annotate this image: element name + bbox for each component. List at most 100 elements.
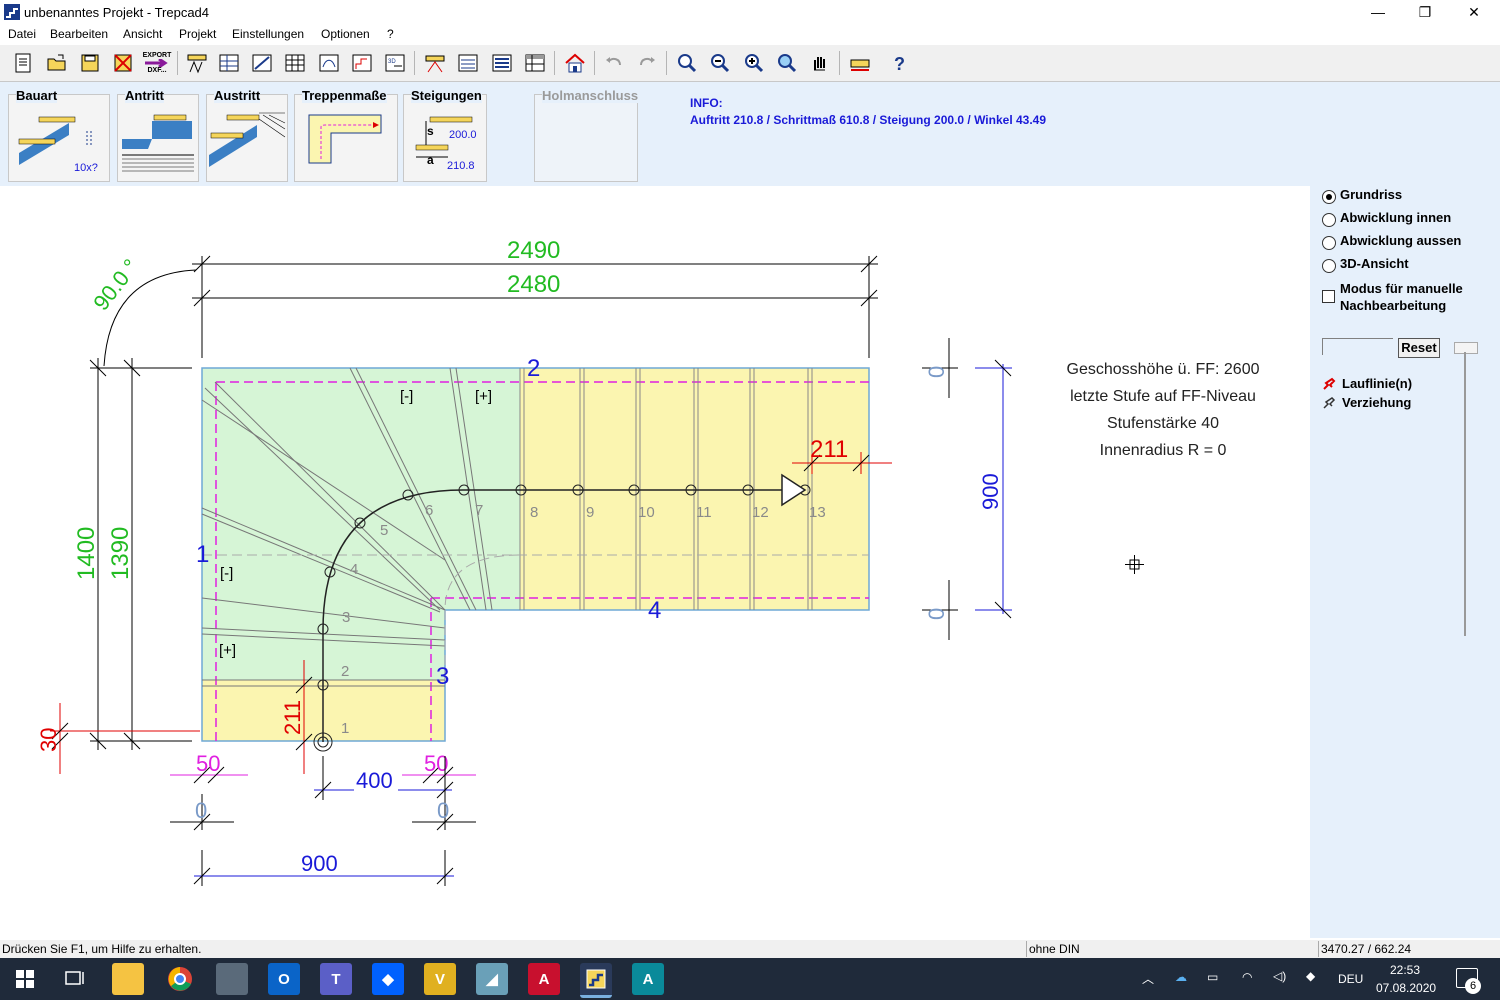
new-file-icon[interactable] [10,50,36,76]
zoom-out-icon[interactable] [707,50,733,76]
label-grundriss[interactable]: Grundriss [1340,187,1402,202]
export-dxf-icon[interactable]: EXPORT DXF... [143,50,172,76]
zoom-all-icon[interactable] [774,50,800,76]
menu-bearbeiten[interactable]: Bearbeiten [50,27,108,41]
label-abwicklung-aussen[interactable]: Abwicklung aussen [1340,233,1461,248]
zoom-window-icon[interactable] [674,50,700,76]
manual-mode-label[interactable]: Modus für manuelle Nachbearbeitung [1340,280,1463,314]
manual-mode-checkbox[interactable] [1322,290,1335,303]
autocad-lt-icon[interactable]: A [632,963,664,995]
dropbox-tray-icon[interactable]: ◆ [1306,969,1315,983]
minus-marker-top[interactable]: [-] [400,388,413,405]
austritt-preview[interactable] [206,94,288,182]
bauart-group[interactable]: Bauart 10x? [8,82,110,182]
menu-datei[interactable]: Datei [8,27,36,41]
drawing-canvas[interactable]: 1 2 3 4 5 6 7 8 9 10 11 12 13 [-] [+] [-… [0,186,1310,938]
edge-number-1: 1 [196,541,209,568]
house-icon[interactable] [562,50,588,76]
task-view-icon[interactable] [65,970,85,988]
lauflinie-label[interactable]: Lauflinie(n) [1342,376,1412,391]
bauart-label: Bauart [16,88,58,103]
menu-projekt[interactable]: Projekt [179,27,216,41]
stair-view-icon[interactable] [316,50,342,76]
autocad-icon[interactable]: A [528,963,560,995]
delete-icon[interactable] [110,50,136,76]
antritt-preview[interactable] [117,94,199,182]
slider-track[interactable] [1464,352,1466,636]
verziehung-label[interactable]: Verziehung [1342,395,1411,410]
view-options-panel: Grundriss Abwicklung innen Abwicklung au… [1310,186,1500,938]
austritt-group[interactable]: Austritt [206,82,288,182]
minimize-button[interactable]: — [1355,0,1401,24]
antritt-group[interactable]: Antritt [117,82,199,182]
3d-view-icon[interactable]: 3D [382,50,408,76]
holmanschluss-preview [534,94,638,182]
dropbox-icon[interactable]: ◆ [372,963,404,995]
dxf-label: DXF... [147,67,167,74]
open-folder-icon[interactable] [44,50,70,76]
minus-marker-left[interactable]: [-] [220,565,233,582]
sketch-app-icon[interactable]: ◢ [476,963,508,995]
onedrive-icon[interactable]: ☁ [1175,970,1187,984]
battery-icon[interactable]: ▭ [1207,970,1218,984]
help-icon[interactable]: ? [887,50,913,76]
radio-abwicklung-innen[interactable] [1322,213,1336,227]
profile-icon[interactable] [349,50,375,76]
reset-button[interactable]: Reset [1398,338,1440,358]
stair-3d-icon[interactable] [422,50,448,76]
stair-type-icon[interactable] [184,50,210,76]
grid-table-icon[interactable] [282,50,308,76]
svg-text:3D: 3D [388,59,396,65]
language-indicator[interactable]: DEU [1338,972,1363,986]
treppenmasse-group[interactable]: Treppenmaße [294,82,398,182]
trepcad-taskbar-icon[interactable] [580,963,612,998]
close-button[interactable]: ✕ [1451,0,1497,24]
treppenmasse-preview[interactable] [294,94,398,182]
slider-thumb[interactable] [1454,342,1478,354]
menu-help[interactable]: ? [387,27,394,41]
menu-einstellungen[interactable]: Einstellungen [232,27,304,41]
menu-ansicht[interactable]: Ansicht [123,27,162,41]
step-number-10: 10 [638,504,655,521]
list-icon[interactable] [489,50,515,76]
outlook-icon[interactable]: O [268,963,300,995]
radio-grundriss[interactable] [1322,190,1336,204]
teams-icon[interactable]: T [320,963,352,995]
step-number-13: 13 [809,504,826,521]
menu-optionen[interactable]: Optionen [321,27,370,41]
steigungen-group[interactable]: Steigungen s a 200.0 210.8 [403,82,487,182]
plus-marker-left[interactable]: [+] [219,642,236,659]
tray-chevron-icon[interactable]: ︿ [1142,970,1154,987]
dim-left-inner: 1390 [107,527,134,580]
restore-button[interactable]: ❐ [1402,0,1448,24]
slider-value-field[interactable] [1322,338,1393,355]
zoom-in-icon[interactable] [741,50,767,76]
volume-icon[interactable]: ◁) [1273,969,1286,983]
plan-table-icon[interactable] [216,50,242,76]
file-explorer-icon[interactable] [112,963,144,995]
windows-start-icon[interactable] [16,970,34,988]
radio-abwicklung-aussen[interactable] [1322,236,1336,250]
pan-icon[interactable] [807,50,833,76]
radio-3d-ansicht[interactable] [1322,259,1336,273]
wifi-icon[interactable]: ◠ [1242,970,1252,984]
clock-date[interactable]: 07.08.2020 [1376,981,1436,995]
save-icon[interactable] [77,50,103,76]
austritt-label: Austritt [214,88,261,103]
label-abwicklung-innen[interactable]: Abwicklung innen [1340,210,1451,225]
measure-icon[interactable] [847,50,873,76]
plus-marker-top[interactable]: [+] [475,388,492,405]
calculator-icon[interactable] [216,963,248,995]
stair-mirror-icon[interactable] [455,50,481,76]
status-hint: Drücken Sie F1, um Hilfe zu erhalten. [2,942,202,956]
table-icon[interactable] [522,50,548,76]
label-3d-ansicht[interactable]: 3D-Ansicht [1340,256,1409,271]
redo-icon[interactable] [634,50,660,76]
dim-red-30: 30 [36,728,61,752]
dim-bottom-zero-right: 0 [437,798,449,823]
stair-side-icon[interactable] [249,50,275,76]
vectorworks-icon[interactable]: V [424,963,456,995]
clock-time[interactable]: 22:53 [1390,963,1420,977]
undo-icon[interactable] [601,50,627,76]
chrome-icon[interactable] [164,963,196,995]
